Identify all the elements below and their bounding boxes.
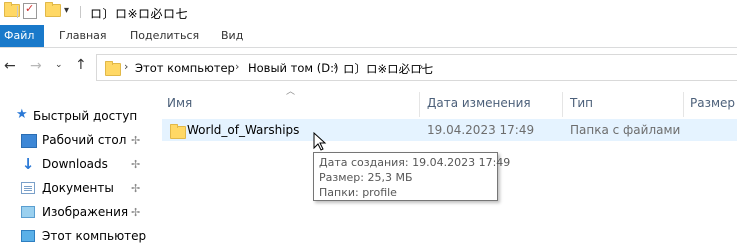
sidebar-item-label: Рабочий стол — [42, 133, 127, 147]
sort-ascending-icon: ︿ — [286, 87, 296, 97]
sidebar-item-documents[interactable]: Документы ✢ — [0, 177, 150, 201]
sidebar-item-this-pc[interactable]: Этот компьютер — [0, 225, 150, 249]
documents-icon — [21, 182, 35, 194]
column-divider[interactable] — [562, 92, 563, 117]
dropdown-arrow-icon[interactable]: ▾ — [64, 5, 69, 16]
pin-icon: ✢ — [131, 134, 141, 147]
address-bar[interactable]: › Этот компьютер › Новый том (D:) › ロ〕ロ※… — [96, 54, 737, 81]
file-name[interactable]: World_of_Warships — [187, 123, 299, 137]
sidebar-item-label: Изображения — [42, 205, 129, 219]
pin-icon: ✢ — [131, 182, 141, 195]
column-divider[interactable] — [419, 92, 420, 117]
star-icon: ★ — [16, 107, 28, 122]
chevron-right-icon[interactable]: › — [333, 60, 337, 73]
pictures-icon — [21, 206, 35, 218]
properties-icon[interactable] — [23, 2, 37, 19]
back-icon[interactable]: ← — [4, 58, 16, 74]
tab-share[interactable]: Поделиться — [130, 25, 199, 47]
file-date: 19.04.2023 17:49 — [427, 123, 535, 137]
ribbon-tabs: Файл Главная Поделиться Вид — [0, 25, 737, 48]
mouse-cursor-icon — [313, 132, 327, 151]
sidebar-item-pictures[interactable]: Изображения ✢ — [0, 201, 150, 225]
table-row[interactable]: World_of_Warships 19.04.2023 17:49 Папка… — [162, 119, 737, 141]
new-folder-icon[interactable] — [45, 2, 61, 17]
download-icon: ↓ — [21, 155, 35, 173]
column-header-size[interactable]: Размер — [690, 96, 735, 120]
sidebar-item-label: Документы — [42, 181, 114, 195]
sidebar-item-desktop[interactable]: Рабочий стол ✢ — [0, 129, 150, 153]
file-type: Папка с файлами — [570, 123, 681, 137]
folder-icon — [105, 61, 121, 76]
column-header-date[interactable]: Дата изменения — [427, 96, 531, 120]
pin-icon: ✢ — [131, 206, 141, 219]
computer-icon — [21, 230, 35, 242]
title-bar: ▾ ロ〕ロ※ロ必ロ七 — [0, 0, 737, 25]
chevron-right-icon[interactable]: › — [235, 60, 239, 73]
chevron-right-icon[interactable]: › — [419, 60, 423, 73]
quick-access-divider — [17, 6, 18, 18]
recent-dropdown-icon[interactable]: ⌄ — [55, 60, 63, 70]
info-tooltip: Дата создания: 19.04.2023 17:49 Размер: … — [313, 152, 511, 201]
forward-icon[interactable]: → — [30, 58, 42, 74]
breadcrumb-drive[interactable]: Новый том (D:) — [248, 61, 338, 75]
sidebar-item-label: Этот компьютер — [42, 229, 147, 243]
folder-icon — [170, 124, 186, 139]
navigation-pane: ★ Быстрый доступ Рабочий стол ✢ ↓ Downlo… — [0, 95, 150, 247]
tab-home[interactable]: Главная — [59, 25, 107, 47]
chevron-right-icon[interactable]: › — [124, 60, 128, 73]
column-header-name[interactable]: Имя — [167, 96, 192, 120]
window-title: ロ〕ロ※ロ必ロ七 — [90, 7, 189, 21]
column-divider[interactable] — [683, 92, 684, 117]
breadcrumb-this-pc[interactable]: Этот компьютер — [135, 61, 235, 75]
column-header-type[interactable]: Тип — [570, 96, 593, 120]
sidebar-item-quick-access[interactable]: ★ Быстрый доступ — [0, 105, 150, 129]
sidebar-item-label: Downloads — [42, 157, 108, 171]
title-divider — [80, 6, 81, 18]
sidebar-item-downloads[interactable]: ↓ Downloads ✢ — [0, 153, 150, 177]
tooltip-created: Дата создания: 19.04.2023 17:49 — [319, 156, 511, 169]
up-icon[interactable]: ↑ — [75, 57, 87, 73]
tab-view[interactable]: Вид — [221, 25, 243, 47]
desktop-icon — [21, 134, 37, 148]
tooltip-size: Размер: 25,3 МБ — [319, 171, 413, 184]
tab-file[interactable]: Файл — [0, 25, 44, 47]
sidebar-item-label: Быстрый доступ — [33, 109, 138, 123]
pin-icon: ✢ — [131, 158, 141, 171]
tooltip-folders: Папки: profile — [319, 186, 397, 199]
